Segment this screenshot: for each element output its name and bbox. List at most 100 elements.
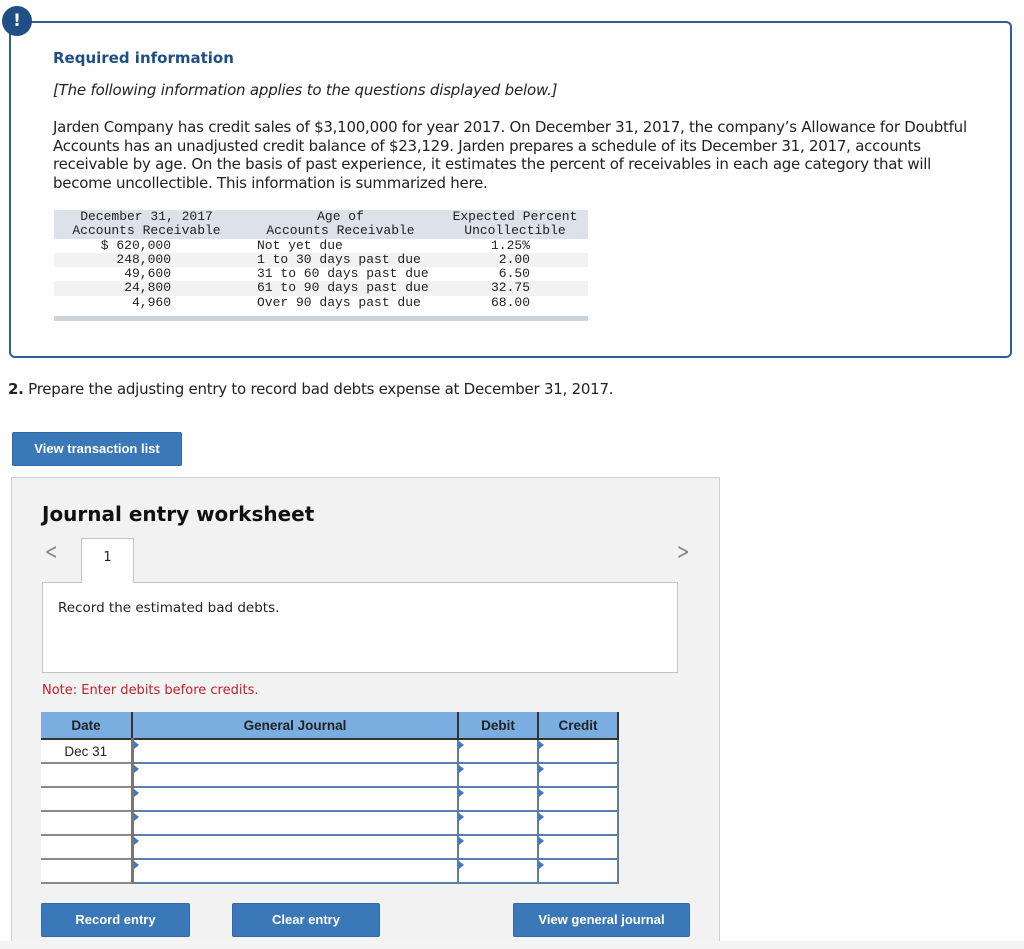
- column-header-date: Date: [41, 712, 133, 740]
- aging-row: $ 620,000 Not yet due 1.25%: [54, 237, 588, 253]
- debit-field[interactable]: [457, 738, 539, 764]
- credit-input[interactable]: [539, 836, 617, 858]
- aging-age: Not yet due: [257, 237, 343, 253]
- aging-schedule-table: December 31, 2017 Accounts Receivable Age…: [54, 209, 588, 310]
- debit-input[interactable]: [459, 740, 537, 762]
- journal-date: [41, 859, 134, 884]
- journal-row: [41, 858, 619, 884]
- header-amount-line2: Accounts Receivable: [72, 223, 221, 239]
- worksheet-tab-1[interactable]: 1: [81, 538, 134, 583]
- debit-input[interactable]: [459, 788, 537, 810]
- credit-input[interactable]: [539, 788, 617, 810]
- credit-field[interactable]: [537, 834, 619, 860]
- header-amount: December 31, 2017 Accounts Receivable: [54, 209, 239, 239]
- header-amount-line1: December 31, 2017: [80, 209, 213, 224]
- header-percent: Expected Percent Uncollectible: [442, 209, 588, 239]
- account-select[interactable]: [131, 834, 459, 860]
- journal-row: [41, 834, 619, 860]
- aging-row: 4,960 Over 90 days past due 68.00: [54, 294, 588, 310]
- journal-date: [41, 763, 134, 788]
- journal-entry-worksheet: Journal entry worksheet < > 1 Record the…: [11, 477, 720, 949]
- account-input[interactable]: [133, 860, 457, 882]
- credit-input[interactable]: [539, 860, 617, 882]
- problem-statement: Jarden Company has credit sales of $3,10…: [53, 118, 967, 192]
- debit-field[interactable]: [457, 810, 539, 836]
- column-header-credit: Credit: [538, 712, 619, 740]
- debit-input[interactable]: [459, 764, 537, 786]
- debit-input[interactable]: [459, 860, 537, 882]
- aging-row: 24,800 61 to 90 days past due 32.75: [54, 280, 588, 296]
- credit-field[interactable]: [537, 858, 619, 884]
- credit-field[interactable]: [537, 786, 619, 812]
- aging-percent: 32.75: [490, 280, 530, 296]
- aging-amount: 49,600: [124, 266, 171, 282]
- credit-field[interactable]: [537, 738, 619, 764]
- chevron-right-icon[interactable]: >: [677, 540, 690, 565]
- account-select[interactable]: [131, 858, 459, 884]
- credit-field[interactable]: [537, 810, 619, 836]
- debit-field[interactable]: [457, 858, 539, 884]
- aging-percent: 1.25%: [490, 237, 530, 253]
- question-text: Prepare the adjusting entry to record ba…: [23, 380, 614, 398]
- debit-input[interactable]: [459, 836, 537, 858]
- question-prompt: 2. Prepare the adjusting entry to record…: [8, 380, 614, 398]
- worksheet-title: Journal entry worksheet: [42, 502, 315, 526]
- required-information-subtitle: [The following information applies to th…: [53, 81, 558, 99]
- credit-field[interactable]: [537, 762, 619, 788]
- header-age-line2: Accounts Receivable: [266, 223, 415, 239]
- aging-percent: 68.00: [490, 294, 530, 310]
- journal-row: [41, 762, 619, 788]
- worksheet-note: Note: Enter debits before credits.: [42, 683, 259, 698]
- record-entry-button[interactable]: Record entry: [41, 903, 190, 937]
- journal-date: [41, 811, 134, 836]
- header-age: Age of Accounts Receivable: [239, 209, 442, 239]
- account-input[interactable]: [133, 764, 457, 786]
- aging-table-footer: [54, 316, 588, 321]
- debit-field[interactable]: [457, 786, 539, 812]
- aging-amount: $ 620,000: [100, 237, 171, 253]
- account-input[interactable]: [133, 836, 457, 858]
- debit-field[interactable]: [457, 834, 539, 860]
- chevron-left-icon[interactable]: <: [45, 540, 58, 565]
- column-header-debit: Debit: [458, 712, 539, 740]
- account-input[interactable]: [133, 788, 457, 810]
- journal-header-row: Date General Journal Debit Credit: [41, 712, 619, 740]
- journal-date: Dec 31: [41, 739, 134, 764]
- header-percent-line1: Expected Percent: [452, 209, 578, 224]
- debit-input[interactable]: [459, 812, 537, 834]
- question-number: 2.: [8, 380, 24, 398]
- journal-row: [41, 786, 619, 812]
- account-input[interactable]: [133, 812, 457, 834]
- debit-field[interactable]: [457, 762, 539, 788]
- view-transaction-list-button[interactable]: View transaction list: [12, 432, 182, 466]
- credit-input[interactable]: [539, 812, 617, 834]
- page-bottom-strip: [0, 941, 1024, 949]
- journal-row: [41, 810, 619, 836]
- aging-row: 248,000 1 to 30 days past due 2.00: [54, 251, 588, 268]
- header-percent-line2: Uncollectible: [464, 223, 566, 239]
- exclamation-icon: !: [2, 6, 32, 36]
- journal-date: [41, 787, 134, 812]
- worksheet-description-box: Record the estimated bad debts.: [42, 582, 678, 673]
- account-select[interactable]: [131, 810, 459, 836]
- clear-entry-button[interactable]: Clear entry: [232, 903, 380, 937]
- account-input[interactable]: [133, 740, 457, 762]
- aging-age: 1 to 30 days past due: [257, 251, 421, 267]
- aging-percent: 2.00: [498, 251, 530, 267]
- account-select[interactable]: [131, 786, 459, 812]
- credit-input[interactable]: [539, 764, 617, 786]
- worksheet-description: Record the estimated bad debts.: [58, 600, 280, 616]
- aging-row: 49,600 31 to 60 days past due 6.50: [54, 266, 588, 282]
- header-age-line1: Age of: [317, 209, 364, 224]
- column-header-general-journal: General Journal: [132, 712, 459, 740]
- aging-amount: 248,000: [116, 251, 171, 267]
- aging-age: 31 to 60 days past due: [257, 266, 429, 282]
- account-select[interactable]: [131, 762, 459, 788]
- credit-input[interactable]: [539, 740, 617, 762]
- aging-amount: 24,800: [124, 280, 171, 296]
- journal-date: [41, 835, 134, 860]
- aging-percent: 6.50: [498, 266, 530, 282]
- aging-amount: 4,960: [131, 294, 171, 310]
- account-select[interactable]: [131, 738, 459, 764]
- view-general-journal-button[interactable]: View general journal: [513, 903, 690, 937]
